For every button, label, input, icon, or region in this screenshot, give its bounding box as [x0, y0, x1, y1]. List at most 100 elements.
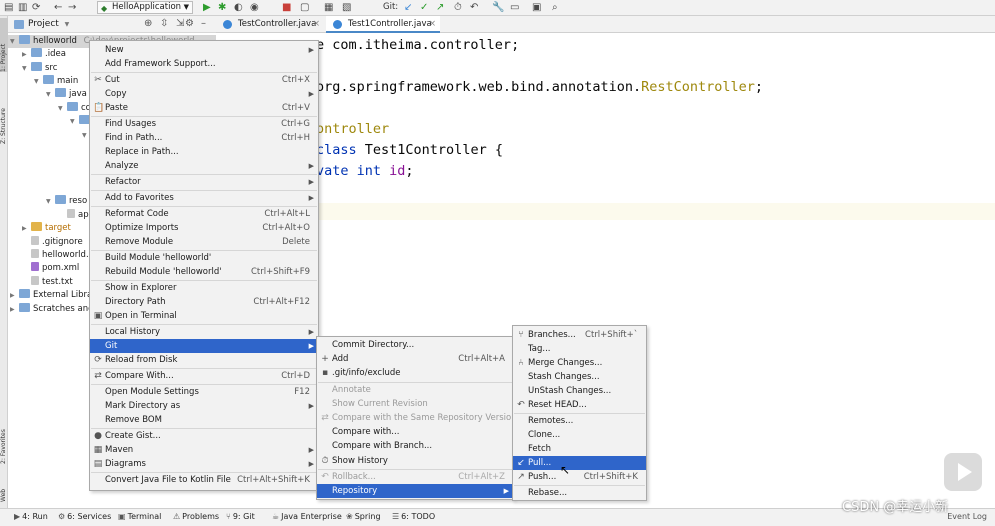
repo-menu-item-reset-head[interactable]: ↶ Reset HEAD... [513, 398, 646, 412]
git-commit-icon[interactable]: ✓ [420, 2, 428, 14]
presentation-icon[interactable]: ▣ [532, 2, 541, 14]
run-icon[interactable]: ▶ [203, 2, 211, 14]
forward-icon[interactable]: → [68, 2, 76, 14]
tab-testcontroller[interactable]: TestController.java × [216, 16, 324, 33]
tool-window-problems[interactable]: ⚠ Problems [173, 512, 219, 521]
git-update-icon[interactable]: ↙ [404, 2, 412, 14]
chevron-down-icon[interactable]: ▼ [34, 75, 43, 88]
collapse-all-icon[interactable]: ⇲ [176, 18, 184, 29]
menu-item-find-in-path[interactable]: Find in Path... Ctrl+H [90, 131, 318, 145]
tool-window-6-todo[interactable]: ☰ 6: TODO [392, 512, 435, 521]
git-menu-item-show-history[interactable]: ⏱ Show History [317, 454, 513, 468]
chevron-right-icon[interactable]: ▶ [10, 303, 19, 316]
settings-icon[interactable]: 🔧 [492, 2, 504, 14]
menu-item-optimize-imports[interactable]: Optimize Imports Ctrl+Alt+O [90, 221, 318, 235]
menu-item-add-to-favorites[interactable]: Add to Favorites ▶ [90, 191, 318, 205]
repo-menu-item-stash-changes[interactable]: Stash Changes... [513, 370, 646, 384]
tool-window-java-enterprise[interactable]: ☕ Java Enterprise [272, 512, 342, 521]
menu-item-directory-path[interactable]: Directory Path Ctrl+Alt+F12 [90, 295, 318, 309]
repo-menu-item-fetch[interactable]: Fetch [513, 442, 646, 456]
menu-item-remove-bom[interactable]: Remove BOM [90, 413, 318, 427]
tree-node[interactable]: pom.xml [8, 262, 79, 275]
tree-node[interactable]: ▼ co [8, 102, 91, 115]
chevron-down-icon[interactable]: ▼ [58, 102, 67, 115]
run-config-select[interactable]: ◆ HelloApplication ▼ [97, 1, 193, 14]
tab-favorites-tool[interactable]: 2: Favorites [0, 414, 8, 464]
chevron-down-icon[interactable]: ▼ [70, 115, 79, 128]
expand-all-icon[interactable]: ⇳ [160, 18, 168, 29]
profile-icon[interactable]: ◉ [250, 2, 259, 14]
menu-item-rebuild-module-helloworld[interactable]: Rebuild Module 'helloworld' Ctrl+Shift+F9 [90, 265, 318, 279]
stop-icon[interactable]: ■ [282, 2, 291, 14]
chevron-down-icon[interactable]: ▼ [10, 35, 19, 48]
menu-item-paste[interactable]: 📋 Paste Ctrl+V [90, 101, 318, 115]
menu-item-cut[interactable]: ✂ Cut Ctrl+X [90, 73, 318, 87]
debug-icon[interactable]: ✱ [218, 2, 226, 14]
repo-menu-item-tag[interactable]: Tag... [513, 342, 646, 356]
tree-node[interactable]: .gitignore [8, 236, 83, 249]
menu-item-git[interactable]: Git ▶ [90, 339, 318, 353]
event-log-button[interactable]: Event Log [947, 512, 987, 521]
chevron-down-icon[interactable]: ▼ [46, 88, 55, 101]
chevron-down-icon[interactable]: ▼ [22, 62, 31, 75]
chevron-right-icon[interactable]: ▶ [10, 289, 19, 302]
close-icon[interactable]: × [429, 19, 436, 29]
git-menu-item-git-info-exclude[interactable]: ▪ .git/info/exclude [317, 366, 513, 380]
menu-item-refactor[interactable]: Refactor ▶ [90, 175, 318, 189]
tool-window-spring[interactable]: ❀ Spring [346, 512, 381, 521]
repo-menu-item-rebase[interactable]: Rebase... [513, 486, 646, 500]
menu-item-convert-java-file-to-kotlin-file[interactable]: Convert Java File to Kotlin File Ctrl+Alt… [90, 473, 318, 487]
git-push-icon[interactable]: ↗ [436, 2, 444, 14]
chevron-down-icon[interactable]: ▼ [46, 195, 55, 208]
git-rollback-icon[interactable]: ↶ [470, 2, 478, 14]
project-panel-title[interactable]: Project ▼ [28, 19, 69, 29]
tree-node[interactable]: ▼ reso [8, 195, 87, 208]
locate-icon[interactable]: ⊕ [144, 18, 152, 29]
search-everywhere-icon[interactable]: ⌕ [552, 2, 558, 14]
menu-item-find-usages[interactable]: Find Usages Ctrl+G [90, 117, 318, 131]
menu-item-local-history[interactable]: Local History ▶ [90, 325, 318, 339]
tab-structure-tool[interactable]: Z: Structure [0, 88, 8, 144]
video-play-button[interactable] [944, 453, 982, 491]
menu-item-diagrams[interactable]: ▤ Diagrams ▶ [90, 457, 318, 471]
build-icon[interactable]: ▢ [300, 2, 309, 14]
minimize-icon[interactable]: – [201, 18, 206, 29]
repo-menu-item-pull[interactable]: ↙ Pull... [513, 456, 646, 470]
chevron-right-icon[interactable]: ▶ [22, 48, 31, 61]
menu-item-add-framework-support[interactable]: Add Framework Support... [90, 57, 318, 71]
sync-icon[interactable]: ⟳ [32, 2, 40, 14]
repo-menu-item-push[interactable]: ↗ Push... Ctrl+Shift+K [513, 470, 646, 484]
tab-web-tool[interactable]: Web [0, 474, 8, 502]
menu-item-new[interactable]: New ▶ [90, 43, 318, 57]
menu-item-build-module-helloworld[interactable]: Build Module 'helloworld' [90, 251, 318, 265]
tree-node[interactable]: ▼ [8, 115, 93, 128]
git-menu-item-repository[interactable]: Repository ▶ [317, 484, 513, 498]
menu-item-open-in-terminal[interactable]: ▣ Open in Terminal [90, 309, 318, 323]
menu-item-analyze[interactable]: Analyze ▶ [90, 159, 318, 173]
git-menu-item-commit-directory[interactable]: Commit Directory... [317, 338, 513, 352]
layout-icon[interactable]: ▭ [510, 2, 519, 14]
menu-item-reformat-code[interactable]: Reformat Code Ctrl+Alt+L [90, 207, 318, 221]
tab-test1controller[interactable]: Test1Controller.java × [326, 16, 440, 33]
repo-menu-item-merge-changes[interactable]: ⑃ Merge Changes... [513, 356, 646, 370]
repo-menu-item-branches[interactable]: ⑂ Branches... Ctrl+Shift+` [513, 328, 646, 342]
tree-node[interactable]: ▼ src [8, 62, 57, 75]
tool-window-6-services[interactable]: ⚙ 6: Services [58, 512, 111, 521]
menu-item-open-module-settings[interactable]: Open Module Settings F12 [90, 385, 318, 399]
git-menu-item-add[interactable]: + Add Ctrl+Alt+A [317, 352, 513, 366]
tree-node[interactable]: ▼ main [8, 75, 78, 88]
open-folder-icon[interactable]: ▤ [4, 2, 13, 14]
git-history-icon[interactable]: ⏱ [454, 2, 462, 14]
tool-window-9-git[interactable]: ⑂ 9: Git [226, 512, 255, 521]
menu-item-copy[interactable]: Copy ▶ [90, 87, 318, 101]
coverage-icon[interactable]: ◐ [234, 2, 243, 14]
save-icon[interactable]: ▥ [18, 2, 27, 14]
back-icon[interactable]: ← [54, 2, 62, 14]
menu-item-remove-module[interactable]: Remove Module Delete [90, 235, 318, 249]
sdk-icon[interactable]: ▧ [342, 2, 351, 14]
repo-menu-item-remotes[interactable]: Remotes... [513, 414, 646, 428]
project-structure-icon[interactable]: ▦ [324, 2, 333, 14]
tree-node[interactable]: ap [8, 209, 89, 222]
git-menu-item-compare-with[interactable]: Compare with... [317, 425, 513, 439]
repo-menu-item-clone[interactable]: Clone... [513, 428, 646, 442]
